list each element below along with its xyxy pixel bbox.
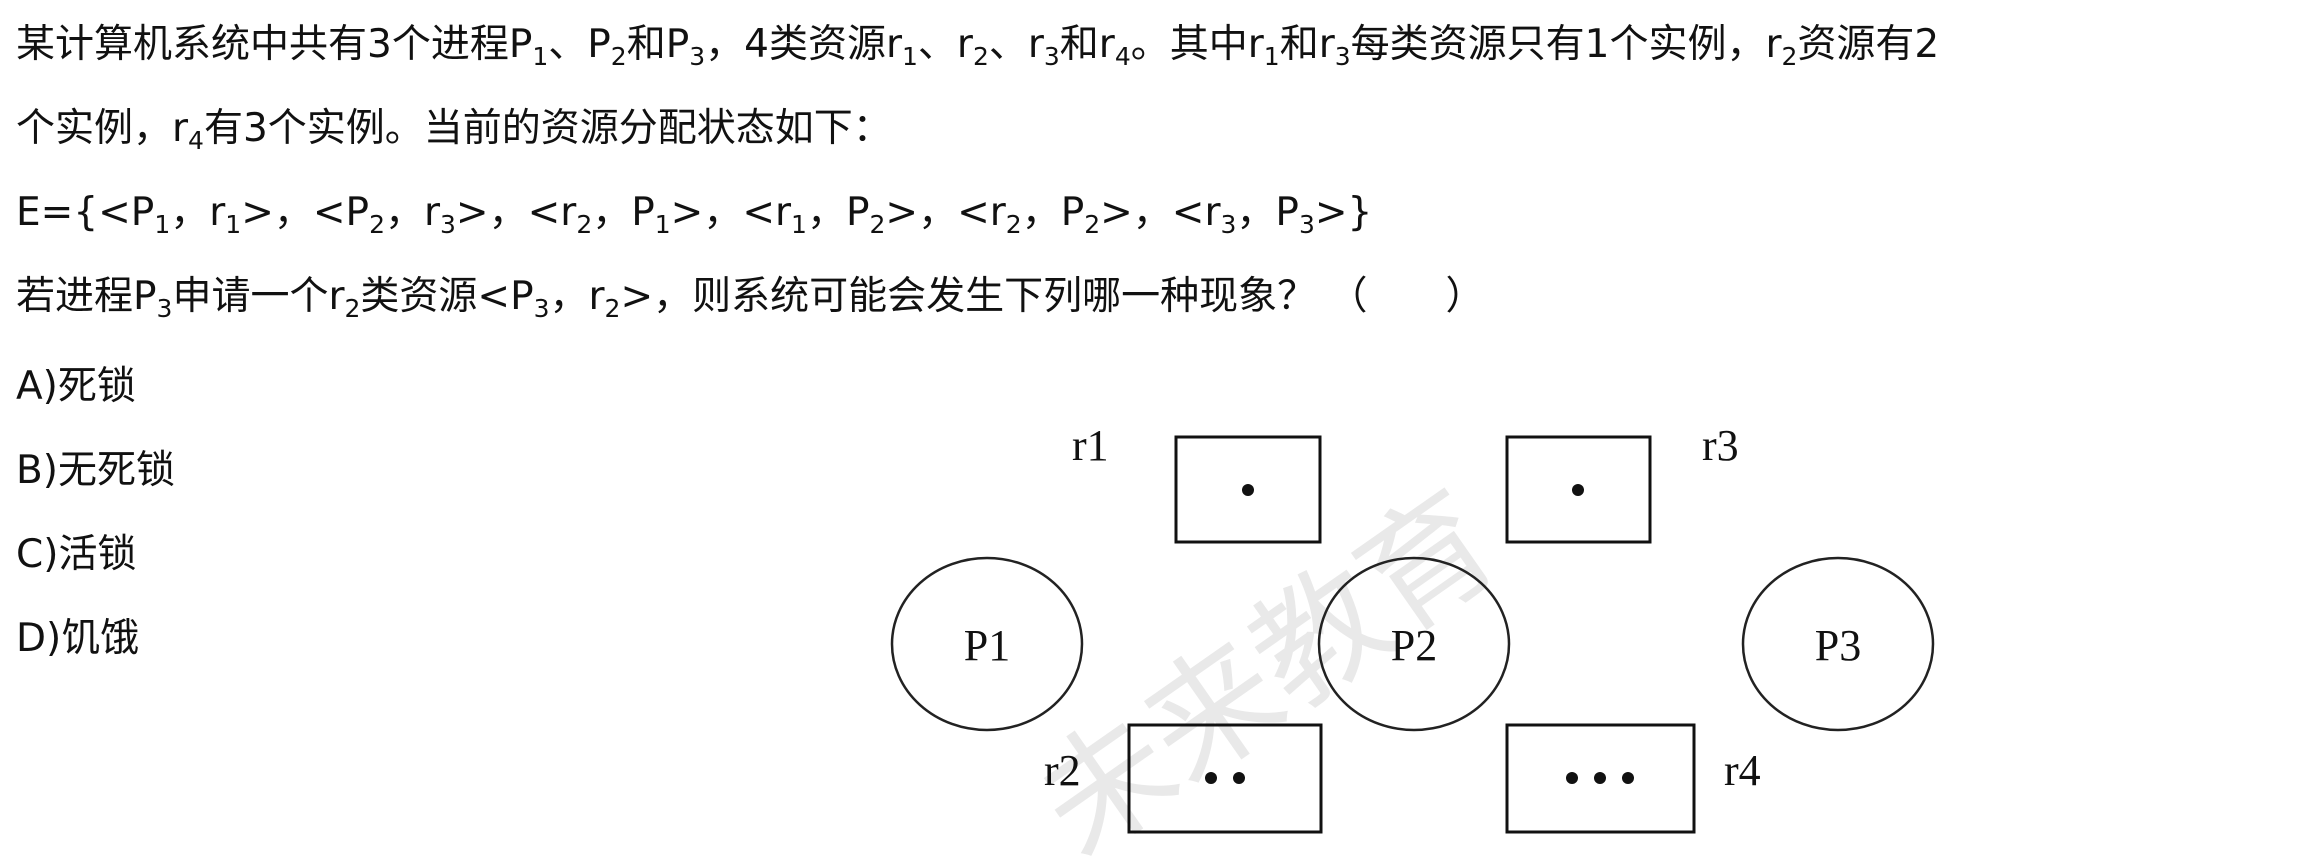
svg-text:未来教育: 未来教育 bbox=[1011, 463, 1524, 865]
resource-label-r1: r1 bbox=[1072, 421, 1109, 470]
resource-label-r2: r2 bbox=[1044, 746, 1081, 795]
instance-dots-r3 bbox=[1572, 484, 1584, 496]
instance-dot bbox=[1242, 484, 1254, 496]
instance-dots-r1 bbox=[1242, 484, 1254, 496]
process-label-p1: P1 bbox=[964, 621, 1010, 670]
resource-allocation-diagram: 未来教育 r1 r3 P1 P2 P3 r2 r4 bbox=[890, 421, 1935, 865]
resource-label-r3: r3 bbox=[1702, 421, 1739, 470]
process-label-p3: P3 bbox=[1815, 621, 1861, 670]
instance-dots-r4 bbox=[1566, 772, 1634, 784]
instance-dot bbox=[1205, 772, 1217, 784]
watermark: 未来教育 bbox=[1011, 463, 1524, 865]
instance-dot bbox=[1594, 772, 1606, 784]
instance-dot bbox=[1566, 772, 1578, 784]
resource-label-r4: r4 bbox=[1724, 746, 1761, 795]
instance-dot bbox=[1572, 484, 1584, 496]
instance-dot bbox=[1233, 772, 1245, 784]
process-label-p2: P2 bbox=[1391, 621, 1437, 670]
instance-dot bbox=[1622, 772, 1634, 784]
